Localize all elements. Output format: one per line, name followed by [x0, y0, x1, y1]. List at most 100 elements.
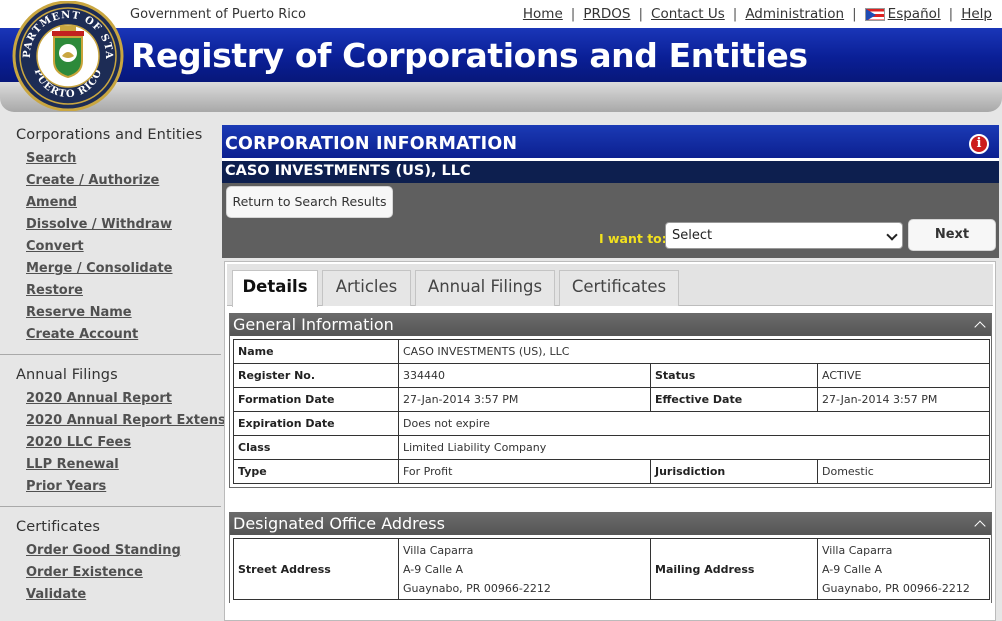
- sidebar-link-reserve-name[interactable]: Reserve Name: [26, 302, 221, 324]
- prdos-link[interactable]: PRDOS: [583, 6, 630, 22]
- address-line: Guaynabo, PR 00966-2212: [403, 581, 551, 595]
- sidebar-link-dissolve-withdraw[interactable]: Dissolve / Withdraw: [26, 214, 221, 236]
- general-information-header[interactable]: General Information: [230, 314, 991, 336]
- sidebar-link-restore[interactable]: Restore: [26, 280, 221, 302]
- field-label: Class: [233, 435, 399, 460]
- address-line: A-9 Calle A: [403, 562, 464, 576]
- table-row: Expiration Date Does not expire: [233, 411, 990, 436]
- top-links: Home | PRDOS | Contact Us | Administrati…: [523, 6, 992, 22]
- field-label: Mailing Address: [650, 538, 818, 600]
- sidebar-link-order-existence[interactable]: Order Existence: [26, 562, 221, 584]
- field-label: Jurisdiction: [650, 459, 818, 484]
- link-separator: |: [570, 6, 576, 22]
- mailing-address-value: Villa Caparra A-9 Calle A Guaynabo, PR 0…: [817, 538, 990, 600]
- sidebar-heading-annual-filings: Annual Filings: [16, 367, 118, 383]
- table-row: Type For Profit Jurisdiction Domestic: [233, 459, 990, 484]
- department-of-state-seal-icon[interactable]: DEPARTMENT OF STATE PUERTO RICO: [12, 1, 124, 111]
- next-button[interactable]: Next: [908, 219, 996, 251]
- corporation-info-bar: CORPORATION INFORMATION i: [222, 125, 999, 161]
- home-link[interactable]: Home: [523, 6, 563, 22]
- sidebar-link-convert[interactable]: Convert: [26, 236, 221, 258]
- table-row: Register No. 334440 Status ACTIVE: [233, 363, 990, 388]
- link-separator: |: [732, 6, 738, 22]
- table-row: Formation Date 27-Jan-2014 3:57 PM Effec…: [233, 387, 990, 412]
- site-title: Registry of Corporations and Entities: [131, 36, 808, 75]
- info-icon[interactable]: i: [969, 134, 989, 154]
- chevron-up-icon[interactable]: [974, 520, 986, 532]
- government-label: Government of Puerto Rico: [130, 7, 306, 22]
- sidebar-link-2020-annual-report-extension[interactable]: 2020 Annual Report Extension: [26, 410, 248, 432]
- general-information-section: General Information Name CASO INVESTMENT…: [229, 313, 992, 488]
- sidebar-link-merge-consolidate[interactable]: Merge / Consolidate: [26, 258, 221, 280]
- administration-link[interactable]: Administration: [745, 6, 844, 22]
- field-value: 334440: [398, 363, 651, 388]
- link-separator: |: [638, 6, 644, 22]
- section-title: General Information: [233, 315, 394, 334]
- header-grey-bar: [0, 82, 1002, 112]
- chevron-down-icon: [886, 229, 898, 241]
- sidebar-section-certificates: Certificates Order Good Standing Order E…: [0, 507, 221, 614]
- action-area: Return to Search Results I want to: Sele…: [222, 183, 999, 258]
- field-label: Register No.: [233, 363, 399, 388]
- table-row: Street Address Villa Caparra A-9 Calle A…: [233, 538, 990, 600]
- tab-details[interactable]: Details: [232, 270, 318, 307]
- general-information-table: Name CASO INVESTMENTS (US), LLC Register…: [233, 339, 990, 484]
- sidebar-link-search[interactable]: Search: [26, 148, 221, 170]
- i-want-to-label: I want to:: [599, 231, 667, 246]
- sidebar-link-order-good-standing[interactable]: Order Good Standing: [26, 540, 221, 562]
- puerto-rico-flag-icon[interactable]: [864, 7, 885, 21]
- sidebar-link-amend[interactable]: Amend: [26, 192, 221, 214]
- contact-us-link[interactable]: Contact Us: [651, 6, 725, 22]
- sidebar-link-2020-annual-report[interactable]: 2020 Annual Report: [26, 388, 221, 410]
- tab-articles[interactable]: Articles: [322, 270, 411, 306]
- main-content: CORPORATION INFORMATION i CASO INVESTMEN…: [222, 125, 999, 621]
- field-value: 27-Jan-2014 3:57 PM: [398, 387, 651, 412]
- field-label: Type: [233, 459, 399, 484]
- action-select[interactable]: Select: [665, 222, 903, 249]
- chevron-up-icon[interactable]: [974, 321, 986, 333]
- link-separator: |: [948, 6, 954, 22]
- address-line: Guaynabo, PR 00966-2212: [822, 581, 970, 595]
- tab-certificates[interactable]: Certificates: [559, 270, 679, 306]
- designated-office-address-header[interactable]: Designated Office Address: [230, 513, 991, 535]
- table-row: Class Limited Liability Company: [233, 435, 990, 460]
- field-value: Does not expire: [398, 411, 990, 436]
- details-panel: Details Articles Annual Filings Certific…: [224, 261, 996, 621]
- sidebar-link-llp-renewal[interactable]: LLP Renewal: [26, 454, 221, 476]
- field-label: Effective Date: [650, 387, 818, 412]
- field-label: Status: [650, 363, 818, 388]
- page-title: CORPORATION INFORMATION: [225, 134, 518, 154]
- link-separator: |: [852, 6, 857, 22]
- entity-name-bar: CASO INVESTMENTS (US), LLC: [222, 161, 999, 183]
- return-to-search-button[interactable]: Return to Search Results: [226, 186, 393, 218]
- field-label: Name: [233, 339, 399, 364]
- header-banner: Registry of Corporations and Entities: [0, 28, 1002, 82]
- sidebar-heading-corporations: Corporations and Entities: [16, 127, 203, 143]
- espanol-link[interactable]: Español: [888, 6, 941, 22]
- action-select-value: Select: [672, 228, 713, 243]
- field-value: Limited Liability Company: [398, 435, 990, 460]
- sidebar-section-corporations: Corporations and Entities Search Create …: [0, 115, 221, 355]
- office-address-table: Street Address Villa Caparra A-9 Calle A…: [233, 538, 990, 600]
- sidebar-link-create-account[interactable]: Create Account: [26, 324, 221, 346]
- tab-annual-filings[interactable]: Annual Filings: [415, 270, 555, 306]
- field-value: CASO INVESTMENTS (US), LLC: [398, 339, 990, 364]
- field-label: Expiration Date: [233, 411, 399, 436]
- sidebar-link-2020-llc-fees[interactable]: 2020 LLC Fees: [26, 432, 221, 454]
- field-value: 27-Jan-2014 3:57 PM: [817, 387, 990, 412]
- sidebar-section-annual-filings: Annual Filings 2020 Annual Report 2020 A…: [0, 355, 248, 507]
- help-link[interactable]: Help: [961, 6, 992, 22]
- sidebar: Corporations and Entities Search Create …: [0, 115, 248, 614]
- field-label: Street Address: [233, 538, 399, 600]
- sidebar-link-create-authorize[interactable]: Create / Authorize: [26, 170, 221, 192]
- sidebar-heading-certificates: Certificates: [16, 519, 101, 535]
- tab-bar: Details Articles Annual Filings Certific…: [227, 264, 993, 307]
- sidebar-link-prior-years[interactable]: Prior Years: [26, 476, 221, 498]
- section-title: Designated Office Address: [233, 514, 445, 533]
- entity-name: CASO INVESTMENTS (US), LLC: [225, 163, 471, 179]
- status-value: ACTIVE: [817, 363, 990, 388]
- designated-office-address-section: Designated Office Address Street Address…: [229, 512, 992, 603]
- sidebar-link-validate[interactable]: Validate: [26, 584, 221, 606]
- address-line: Villa Caparra: [822, 543, 893, 557]
- top-bar: Government of Puerto Rico Home | PRDOS |…: [0, 0, 1002, 28]
